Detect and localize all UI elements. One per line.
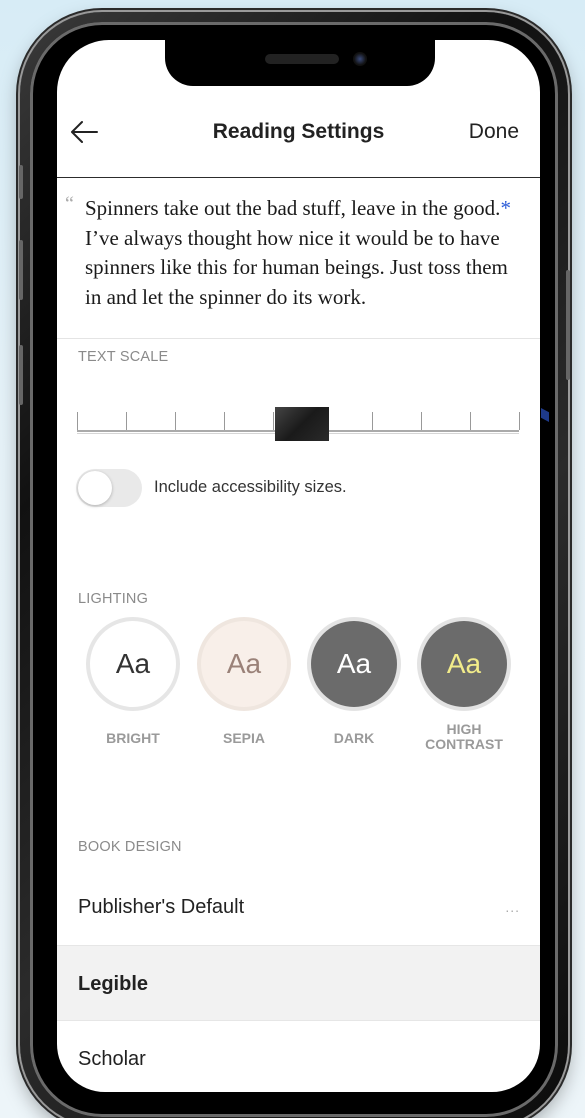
text-scale-label: TEXT SCALE xyxy=(78,349,169,365)
side-button xyxy=(19,165,23,199)
accessibility-sizes-label: Include accessibility sizes. xyxy=(154,478,347,496)
page-title: Reading Settings xyxy=(212,120,385,143)
theme-sepia-button[interactable]: Aa xyxy=(201,621,287,707)
option-label: Publisher's Default xyxy=(78,896,245,918)
theme-dark-label: DARK xyxy=(333,730,375,746)
app-screen: Reading Settings Done “ Spinners take ou… xyxy=(57,40,540,1092)
theme-glyph: Aa xyxy=(336,648,372,679)
slider-tick xyxy=(224,412,225,430)
slider-tick xyxy=(372,412,373,430)
settings-panel: TEXT SCALE Include accessibility sizes. … xyxy=(57,338,540,1092)
book-design-option-scholar[interactable]: Scholar xyxy=(57,1020,540,1092)
book-design-option-publishers-default[interactable]: Publisher's Default ... xyxy=(57,869,540,945)
volume-up-button xyxy=(19,240,23,300)
option-label: Scholar xyxy=(78,1048,146,1070)
theme-glyph: Aa xyxy=(226,648,262,679)
book-design-label: BOOK DESIGN xyxy=(78,839,182,855)
speaker-icon xyxy=(265,54,339,64)
theme-glyph: Aa xyxy=(115,648,151,679)
more-options-icon[interactable]: ... xyxy=(505,899,520,915)
preview-text-part: Spinners take out the bad stuff, leave i… xyxy=(85,196,501,220)
slider-tick xyxy=(77,412,78,430)
quote-mark: “ xyxy=(65,193,74,215)
theme-high-contrast-label: HIGH CONTRAST xyxy=(425,721,503,752)
slider-tick xyxy=(175,412,176,430)
theme-high-contrast-button[interactable]: Aa xyxy=(421,621,507,707)
theme-glyph: Aa xyxy=(446,648,482,679)
preview-paragraph: Spinners take out the bad stuff, leave i… xyxy=(85,194,525,312)
footnote-link[interactable]: * xyxy=(500,196,511,220)
slider-tick xyxy=(519,412,520,430)
power-button xyxy=(566,270,570,380)
toggle-knob xyxy=(78,471,112,505)
theme-bright-button[interactable]: Aa xyxy=(90,621,176,707)
preview-text-part: I’ve always thought how nice it would be… xyxy=(85,225,508,309)
book-design-option-legible[interactable]: Legible xyxy=(57,945,540,1021)
camera-icon xyxy=(353,52,367,66)
accessibility-sizes-toggle[interactable] xyxy=(76,469,142,507)
option-label: Legible xyxy=(78,973,149,995)
slider-thumb[interactable] xyxy=(275,407,329,441)
slider-tick xyxy=(470,412,471,430)
text-preview: “ Spinners take out the bad stuff, leave… xyxy=(57,180,540,338)
slider-tick xyxy=(421,412,422,430)
theme-sepia-label: SEPIA xyxy=(222,730,265,746)
lighting-label: LIGHTING xyxy=(78,591,149,607)
theme-dark-button[interactable]: Aa xyxy=(311,621,397,707)
notch xyxy=(165,40,435,86)
slider-tick xyxy=(126,412,127,430)
navigation-bar: Reading Settings Done xyxy=(57,102,540,178)
preview-fade xyxy=(57,320,540,338)
volume-down-button xyxy=(19,345,23,405)
done-button[interactable]: Done xyxy=(469,120,519,144)
slider-tick xyxy=(273,412,274,430)
theme-bright-label: BRIGHT xyxy=(106,730,160,746)
